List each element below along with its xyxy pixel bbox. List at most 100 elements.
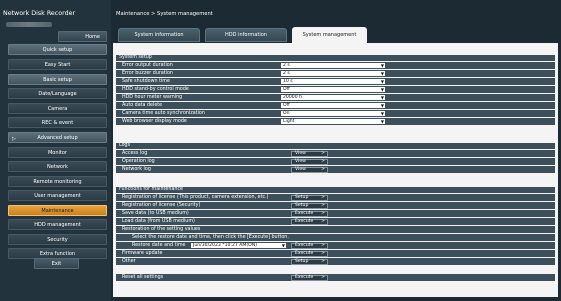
expand-arrow-icon: ▷ [12, 136, 16, 142]
sidebar-item-security[interactable]: Security [8, 234, 107, 245]
function-row: Other Setup > [116, 258, 555, 265]
setting-row: HDD hour meter warning 20000 h ▼ [116, 94, 555, 101]
dropdown-arrow-icon: ▼ [380, 87, 384, 92]
function-label: Restoration of the setting values [122, 227, 201, 232]
dropdown-arrow-icon: ▼ [281, 243, 285, 248]
chevron-right-icon: > [321, 258, 325, 264]
device-id-label [6, 22, 52, 27]
tab-system-information[interactable]: System information [118, 28, 200, 42]
log-row: Operation log View > [116, 158, 555, 165]
sidebar-item-maintenance[interactable]: Maintenance [8, 205, 107, 216]
hdd-hour-meter-warning-select[interactable]: 20000 h ▼ [281, 95, 385, 100]
function-label: Other [122, 259, 136, 264]
sidebar-item-network[interactable]: Network [8, 161, 107, 172]
sidebar-item-label: Advanced setup [37, 134, 78, 141]
setting-label: HDD hour meter warning [122, 95, 183, 100]
sidebar-item-date-language[interactable]: Date/Language [8, 88, 107, 99]
log-label: Operation log [122, 159, 155, 164]
setting-row: Safe shutdown time 10 s ▼ [116, 78, 555, 85]
function-label: Save data (to USB medium) [122, 211, 189, 216]
sidebar-item-monitor[interactable]: Monitor [8, 147, 107, 158]
setting-label: Error buzzer duration [122, 71, 173, 76]
save-data-execute-button[interactable]: Execute > [291, 210, 328, 217]
log-row: Network log View > [116, 166, 555, 173]
load-data-execute-button[interactable]: Execute > [291, 218, 328, 225]
dropdown-arrow-icon: ▼ [380, 79, 384, 84]
maintenance-functions-section: Functions for maintenance Registration o… [116, 187, 555, 265]
log-row: Access log View > [116, 150, 555, 157]
function-row: Restoration of the setting values [116, 226, 555, 233]
reset-all-execute-button[interactable]: Execute > [291, 274, 328, 281]
function-row: Firmware update Execute > [116, 250, 555, 257]
function-hint-row: Select the restore date and time, then c… [116, 234, 555, 241]
camera-time-sync-select[interactable]: On ▼ [281, 111, 385, 116]
hdd-standby-control-select[interactable]: Off ▼ [281, 87, 385, 92]
setting-row: Web browser display mode Light ▼ [116, 118, 555, 125]
tab-system-management[interactable]: System management [292, 27, 367, 43]
sidebar-item-user-management[interactable]: User management [8, 190, 107, 201]
system-setup-section: System setup Error output duration 2 s ▼ … [116, 55, 555, 125]
function-label: Firmware update [122, 251, 163, 256]
sidebar-item-hdd-management[interactable]: HDD management [8, 219, 107, 230]
error-buzzer-duration-select[interactable]: 2 s ▼ [281, 71, 385, 76]
tab-hdd-information[interactable]: HDD information [205, 28, 287, 42]
safe-shutdown-time-select[interactable]: 10 s ▼ [281, 79, 385, 84]
web-browser-display-mode-select[interactable]: Light ▼ [281, 119, 385, 124]
function-label: Load data (from USB medium) [122, 219, 195, 224]
setting-label: Web browser display mode [122, 119, 187, 124]
network-log-view-button[interactable]: View > [291, 166, 328, 173]
chevron-right-icon: > [321, 274, 325, 280]
access-log-view-button[interactable]: View > [291, 150, 328, 157]
sidebar: Network Disk Recorder Home Quick setup E… [0, 0, 111, 301]
sidebar-item-basic-setup[interactable]: Basic setup [8, 74, 107, 85]
function-label: Restore date and time [132, 243, 186, 248]
other-setup-button[interactable]: Setup > [291, 258, 328, 265]
setting-label: Error output duration [122, 63, 173, 68]
dropdown-arrow-icon: ▼ [380, 111, 384, 116]
setting-label: Camera time auto synchronization [122, 111, 205, 116]
sidebar-item-camera[interactable]: Camera [8, 103, 107, 114]
function-row: Save data (to USB medium) Execute > [116, 210, 555, 217]
log-label: Access log [122, 151, 148, 156]
sidebar-item-quick-setup[interactable]: Quick setup [8, 44, 107, 55]
license-product-setup-button[interactable]: Setup > [291, 194, 328, 201]
restore-execute-button[interactable]: Execute > [291, 242, 328, 249]
setting-label: Auto data delete [122, 103, 163, 108]
chevron-right-icon: > [321, 250, 325, 256]
dropdown-arrow-icon: ▼ [380, 95, 384, 100]
setting-row: Error output duration 2 s ▼ [116, 62, 555, 69]
sidebar-item-advanced-setup[interactable]: ▷ Advanced setup [8, 132, 107, 143]
app-title: Network Disk Recorder [3, 10, 76, 17]
function-label: Reset all settings [122, 275, 164, 280]
error-output-duration-select[interactable]: 2 s ▼ [281, 63, 385, 68]
section-title: System setup [116, 55, 555, 61]
restore-datetime-select[interactable]: Jun/30/2023 *10:27 AM(ON) ▼ [191, 243, 286, 248]
setting-label: HDD stand-by control mode [122, 87, 189, 92]
setting-row: Error buzzer duration 2 s ▼ [116, 70, 555, 77]
exit-button[interactable]: Exit [34, 258, 79, 269]
setting-label: Safe shutdown time [122, 79, 170, 84]
function-row: Registration of license (This product, c… [116, 194, 555, 201]
setting-row: Auto data delete Off ▼ [116, 102, 555, 109]
sidebar-item-easy-start[interactable]: Easy Start [8, 59, 107, 70]
sidebar-item-remote-monitoring[interactable]: Remote monitoring [8, 176, 107, 187]
section-title: Functions for maintenance [116, 187, 555, 193]
setting-row: HDD stand-by control mode Off ▼ [116, 86, 555, 93]
home-button[interactable]: Home [58, 31, 107, 42]
auto-data-delete-select[interactable]: Off ▼ [281, 103, 385, 108]
dropdown-arrow-icon: ▼ [380, 103, 384, 108]
chevron-right-icon: > [321, 210, 325, 216]
function-row: Registration of license (Security) Setup… [116, 202, 555, 209]
function-label: Registration of license (This product, c… [122, 195, 269, 200]
license-security-setup-button[interactable]: Setup > [291, 202, 328, 209]
logs-section: Logs Access log View > Operation log View… [116, 143, 555, 173]
operation-log-view-button[interactable]: View > [291, 158, 328, 165]
chevron-right-icon: > [321, 158, 325, 164]
dropdown-arrow-icon: ▼ [380, 63, 384, 68]
reset-section: Reset all settings Execute > [116, 273, 555, 281]
sidebar-item-rec-event[interactable]: REC & event [8, 117, 107, 128]
firmware-update-execute-button[interactable]: Execute > [291, 250, 328, 257]
content-panel: System setup Error output duration 2 s ▼ … [113, 43, 558, 297]
function-row: Load data (from USB medium) Execute > [116, 218, 555, 225]
chevron-right-icon: > [321, 218, 325, 224]
